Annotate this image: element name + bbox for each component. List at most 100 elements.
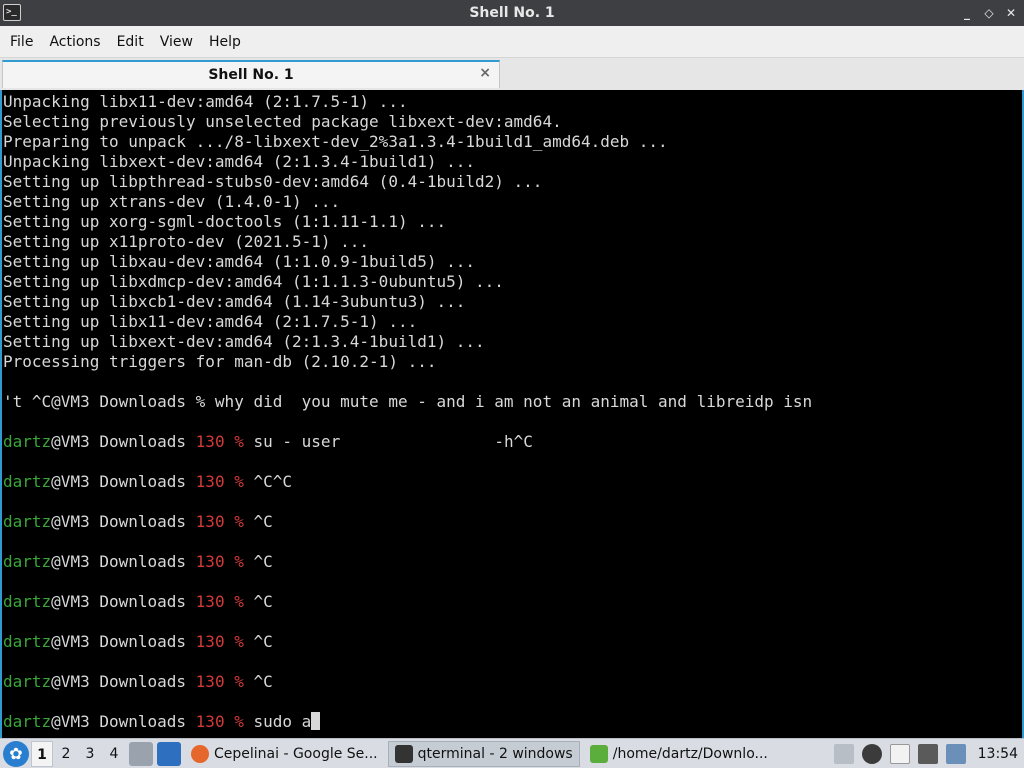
update-icon[interactable] <box>945 743 966 764</box>
task-qterminal[interactable]: qterminal - 2 windows <box>387 740 580 767</box>
terminal-view[interactable]: Unpacking libx11-dev:amd64 (2:1.7.5-1) .… <box>0 90 1024 738</box>
terminal-app-icon: >_ <box>3 4 21 21</box>
prompt-exit-code: 130 <box>195 432 225 451</box>
start-menu-icon[interactable]: ✿ <box>3 740 29 767</box>
desktop-2-button[interactable]: 2 <box>55 741 77 767</box>
menu-edit[interactable]: Edit <box>109 30 152 54</box>
terminal-output-line: 't ^C@VM3 Downloads % why did you mute m… <box>3 392 813 411</box>
prompt-exit-code: 130 <box>195 512 225 531</box>
prompt-host-dir: @VM3 Downloads <box>51 432 196 451</box>
close-button[interactable]: ✕ <box>1004 6 1018 20</box>
clipboard-icon[interactable] <box>889 743 910 764</box>
prompt-host-dir: @VM3 Downloads <box>51 512 196 531</box>
prompt-symbol: % <box>234 712 244 731</box>
prompt-command: ^C^C <box>253 472 293 491</box>
prompt-exit-code: 130 <box>195 592 225 611</box>
prompt-command: su - user -h^C <box>253 432 533 451</box>
terminal-prompt-line: dartz@VM3 Downloads 130 % ^C^C <box>2 472 1022 492</box>
prompt-exit-code: 130 <box>195 552 225 571</box>
prompt-symbol: % <box>234 592 244 611</box>
prompt-user: dartz <box>3 712 52 731</box>
terminal-output-line: Processing triggers for man-db (2.10.2-1… <box>3 352 437 371</box>
prompt-symbol: % <box>234 632 244 651</box>
task-label: /home/dartz/Downlo... <box>612 745 768 762</box>
prompt-exit-code: 130 <box>195 672 225 691</box>
volume-icon[interactable] <box>861 743 882 764</box>
folder-icon <box>589 744 608 763</box>
scroll-icon[interactable] <box>833 743 854 764</box>
prompt-exit-code: 130 <box>195 472 225 491</box>
minimize-button[interactable]: _ <box>960 6 974 20</box>
prompt-user: dartz <box>3 672 52 691</box>
desktop-4-button[interactable]: 4 <box>103 741 125 767</box>
prompt-command: ^C <box>253 632 273 651</box>
prompt-user: dartz <box>3 472 52 491</box>
prompt-host-dir: @VM3 Downloads <box>51 552 196 571</box>
desktop-3-button[interactable]: 3 <box>79 741 101 767</box>
menu-file[interactable]: File <box>2 30 41 54</box>
tab-bar: Shell No. 1 × <box>0 58 1024 90</box>
prompt-symbol: % <box>234 512 244 531</box>
show-desktop-icon[interactable] <box>157 741 181 766</box>
tab-shell-1[interactable]: Shell No. 1 × <box>2 60 500 88</box>
terminal-prompt-line-current[interactable]: dartz@VM3 Downloads 130 % sudo a <box>2 712 1022 732</box>
prompt-user: dartz <box>3 552 52 571</box>
prompt-command: ^C <box>253 552 273 571</box>
prompt-host-dir: @VM3 Downloads <box>51 672 196 691</box>
text-cursor <box>311 712 321 730</box>
terminal-output-line: Setting up libxext-dev:amd64 (2:1.3.4-1b… <box>3 332 485 351</box>
prompt-command-input[interactable]: sudo a <box>254 712 312 731</box>
terminal-output-line: Preparing to unpack .../8-libxext-dev_2%… <box>3 132 668 151</box>
terminal-prompt-line: dartz@VM3 Downloads 130 % ^C <box>2 672 1022 692</box>
terminal-output-line: Unpacking libx11-dev:amd64 (2:1.7.5-1) .… <box>3 92 408 111</box>
firefox-icon <box>191 744 209 763</box>
terminal-output-line: Unpacking libxext-dev:amd64 (2:1.3.4-1bu… <box>3 152 476 171</box>
menu-view[interactable]: View <box>152 30 201 54</box>
terminal-output-line: Setting up libxau-dev:amd64 (1:1.0.9-1bu… <box>3 252 476 271</box>
task-firefox[interactable]: Cepelinai - Google Se... <box>185 741 384 767</box>
terminal-prompt-line: dartz@VM3 Downloads 130 % su - user -h^C <box>2 432 1022 452</box>
clock[interactable]: 13:54 <box>978 746 1018 762</box>
prompt-user: dartz <box>3 592 52 611</box>
prompt-command: ^C <box>253 592 273 611</box>
task-label: Cepelinai - Google Se... <box>214 745 378 762</box>
prompt-command: ^C <box>253 512 273 531</box>
prompt-exit-code: 130 <box>195 712 225 731</box>
tab-close-icon[interactable]: × <box>479 65 491 81</box>
prompt-host-dir: @VM3 Downloads <box>51 592 196 611</box>
prompt-symbol: % <box>234 432 244 451</box>
prompt-command: ^C <box>253 672 273 691</box>
network-icon[interactable] <box>917 743 938 764</box>
taskbar: ✿ 1 2 3 4 Cepelinai - Google Se... qterm… <box>0 738 1024 768</box>
terminal-output-line: Setting up libxdmcp-dev:amd64 (1:1.1.3-0… <box>3 272 504 291</box>
task-file-manager[interactable]: /home/dartz/Downlo... <box>584 741 774 767</box>
terminal-output-line: Setting up xorg-sgml-doctools (1:1.11-1.… <box>3 212 447 231</box>
menu-help[interactable]: Help <box>201 30 249 54</box>
terminal-prompt-line: dartz@VM3 Downloads 130 % ^C <box>2 632 1022 652</box>
file-manager-icon[interactable] <box>129 741 153 766</box>
window-titlebar: >_ Shell No. 1 _ ◇ ✕ <box>0 0 1024 26</box>
prompt-user: dartz <box>3 632 52 651</box>
terminal-icon <box>394 744 413 763</box>
terminal-output-line: Selecting previously unselected package … <box>3 112 562 131</box>
terminal-output-line: Setting up libxcb1-dev:amd64 (1.14-3ubun… <box>3 292 466 311</box>
prompt-exit-code: 130 <box>195 632 225 651</box>
prompt-user: dartz <box>3 512 52 531</box>
menu-bar: File Actions Edit View Help <box>0 26 1024 58</box>
menu-actions[interactable]: Actions <box>41 30 108 54</box>
terminal-output-line: Setting up x11proto-dev (2021.5-1) ... <box>3 232 370 251</box>
maximize-button[interactable]: ◇ <box>982 6 996 20</box>
prompt-symbol: % <box>234 552 244 571</box>
prompt-host-dir: @VM3 Downloads <box>51 472 196 491</box>
prompt-symbol: % <box>234 472 244 491</box>
terminal-output-line: Setting up xtrans-dev (1.4.0-1) ... <box>3 192 341 211</box>
window-title: Shell No. 1 <box>469 5 555 21</box>
desktop-1-button[interactable]: 1 <box>31 740 53 767</box>
tab-label: Shell No. 1 <box>208 67 294 83</box>
